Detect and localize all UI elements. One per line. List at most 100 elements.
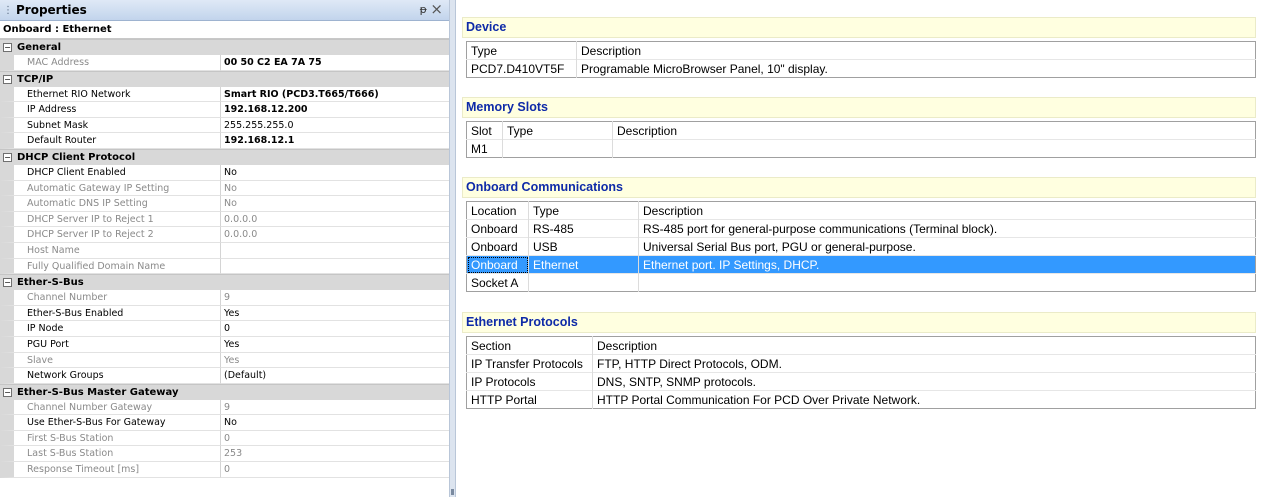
property-row[interactable]: Response Timeout [ms] 0 (0, 462, 449, 478)
property-row[interactable]: Channel Number Gateway 9 (0, 399, 449, 416)
property-label: Automatic Gateway IP Setting (0, 180, 221, 197)
property-row[interactable]: Automatic DNS IP Setting No (0, 196, 449, 212)
table-row[interactable]: Onboard Ethernet Ethernet port. IP Setting… (466, 255, 1256, 274)
table-cell: Ethernet port. IP Settings, DHCP. (638, 255, 1256, 274)
property-value[interactable]: Yes (221, 337, 449, 353)
property-row[interactable]: IP Address 192.168.12.200 (0, 102, 449, 118)
table-row[interactable]: Onboard USB Universal Serial Bus port, PGU… (466, 237, 1256, 256)
property-row[interactable]: IP Node 0 (0, 321, 449, 337)
property-value[interactable]: 0 (221, 321, 449, 337)
collapse-icon[interactable]: − (3, 278, 12, 288)
table-cell: IP Transfer Protocols (466, 354, 593, 373)
property-label: Response Timeout [ms] (0, 462, 221, 478)
property-label: Last S-Bus Station (0, 446, 221, 463)
table-row[interactable]: PCD7.D410VT5F Programable MicroBrowser Pa… (466, 59, 1256, 78)
column-header[interactable]: Section (466, 336, 593, 355)
table-cell (638, 273, 1256, 292)
property-value[interactable]: 192.168.12.1 (221, 133, 449, 149)
property-row[interactable]: PGU Port Yes (0, 336, 449, 353)
property-row[interactable]: Last S-Bus Station 253 (0, 446, 449, 463)
property-row[interactable]: Slave Yes (0, 352, 449, 369)
property-row[interactable]: Ethernet RIO Network Smart RIO (PCD3.T665… (0, 86, 449, 103)
property-row[interactable]: DHCP Server IP to Reject 2 0.0.0.0 (0, 227, 449, 243)
table-row[interactable]: HTTP Portal HTTP Portal Communication For… (466, 390, 1256, 409)
property-row[interactable]: DHCP Server IP to Reject 1 0.0.0.0 (0, 211, 449, 228)
table-cell: PCD7.D410VT5F (466, 59, 577, 78)
table-row[interactable]: M1 (466, 139, 1256, 158)
property-row[interactable]: Use Ether-S-Bus For Gateway No (0, 415, 449, 431)
property-category[interactable]: − Ether-S-Bus Master Gateway (0, 383, 449, 400)
property-row[interactable]: Channel Number 9 (0, 290, 449, 306)
property-label: Ethernet RIO Network (0, 86, 221, 103)
table-cell: HTTP Portal (466, 390, 593, 409)
property-value[interactable]: 192.168.12.200 (221, 102, 449, 118)
table-row[interactable]: IP Transfer Protocols FTP, HTTP Direct Pr… (466, 354, 1256, 373)
table-header-row: Location Type Description (466, 201, 1256, 220)
property-category[interactable]: − TCP/IP (0, 70, 449, 87)
property-row[interactable]: Host Name (0, 242, 449, 259)
table-row[interactable]: Onboard RS-485 RS-485 port for general-pur… (466, 219, 1256, 238)
property-label: IP Address (0, 102, 221, 118)
property-row[interactable]: Automatic Gateway IP Setting No (0, 180, 449, 197)
property-row[interactable]: First S-Bus Station 0 (0, 430, 449, 447)
column-header[interactable]: Type (466, 41, 577, 60)
column-header[interactable]: Description (577, 42, 1256, 60)
property-label: Use Ether-S-Bus For Gateway (0, 415, 221, 431)
property-row[interactable]: Default Router 192.168.12.1 (0, 133, 449, 149)
table-cell (502, 139, 613, 158)
splitter-handle[interactable] (451, 489, 454, 495)
table-header-row: Section Description (466, 336, 1256, 355)
table-row[interactable]: Socket A (466, 273, 1256, 292)
property-row[interactable]: DHCP Client Enabled No (0, 164, 449, 181)
panel-splitter[interactable] (450, 0, 456, 497)
property-row[interactable]: MAC Address 00 50 C2 EA 7A 75 (0, 55, 449, 71)
category-label: Ether-S-Bus Master Gateway (17, 386, 179, 398)
property-row[interactable]: Subnet Mask 255.255.255.0 (0, 117, 449, 134)
column-header[interactable]: Slot (466, 121, 503, 140)
column-header[interactable]: Location (466, 201, 529, 220)
section-ethernet-protocols: Ethernet Protocols Section Description IP … (462, 312, 1256, 409)
table-cell: RS-485 (528, 219, 639, 238)
property-row[interactable]: Fully Qualified Domain Name (0, 258, 449, 275)
property-label: Network Groups (0, 368, 221, 384)
collapse-icon[interactable]: − (3, 152, 12, 162)
column-header[interactable]: Type (528, 201, 639, 220)
column-header[interactable]: Description (639, 202, 1256, 220)
column-header[interactable]: Description (613, 122, 1256, 140)
property-value[interactable]: No (221, 415, 449, 431)
property-category[interactable]: − DHCP Client Protocol (0, 148, 449, 165)
property-value[interactable]: 255.255.255.0 (221, 118, 449, 134)
property-value[interactable]: Smart RIO (PCD3.T665/T666) (221, 87, 449, 103)
memory-slots-table: Slot Type Description M1 (466, 121, 1256, 158)
property-value[interactable]: Yes (221, 306, 449, 322)
close-icon[interactable]: × (430, 1, 443, 18)
selected-object-name: Onboard : Ethernet (0, 21, 449, 39)
pin-icon[interactable]: ᵽ (420, 3, 427, 16)
collapse-icon[interactable]: − (3, 74, 12, 84)
column-header[interactable]: Type (502, 121, 613, 140)
table-cell: Ethernet (528, 255, 639, 274)
property-label: Ether-S-Bus Enabled (0, 305, 221, 322)
category-label: DHCP Client Protocol (17, 151, 136, 163)
ethernet-protocols-table: Section Description IP Transfer Protocols F… (466, 336, 1256, 409)
property-row[interactable]: Ether-S-Bus Enabled Yes (0, 305, 449, 322)
section-title: Onboard Communications (462, 177, 1256, 198)
column-header[interactable]: Description (593, 337, 1256, 355)
property-row[interactable]: Network Groups (Default) (0, 368, 449, 384)
table-cell (612, 139, 1256, 158)
table-row[interactable]: IP Protocols DNS, SNTP, SNMP protocols. (466, 372, 1256, 391)
grip-icon[interactable]: ⋮ (3, 5, 13, 16)
property-value: 0.0.0.0 (221, 227, 449, 243)
collapse-icon[interactable]: − (3, 387, 12, 397)
collapse-icon[interactable]: − (3, 43, 12, 52)
category-label: Ether-S-Bus (17, 277, 84, 289)
property-category[interactable]: − Ether-S-Bus (0, 274, 449, 291)
table-header-row: Type Description (466, 41, 1256, 60)
property-category[interactable]: − General (0, 39, 449, 55)
table-cell: RS-485 port for general-purpose communic… (638, 219, 1256, 238)
property-value (221, 243, 449, 259)
property-value[interactable]: No (221, 165, 449, 181)
property-value[interactable]: (Default) (221, 368, 449, 384)
property-value: 0 (221, 431, 449, 447)
table-cell: HTTP Portal Communication For PCD Over P… (592, 390, 1256, 409)
